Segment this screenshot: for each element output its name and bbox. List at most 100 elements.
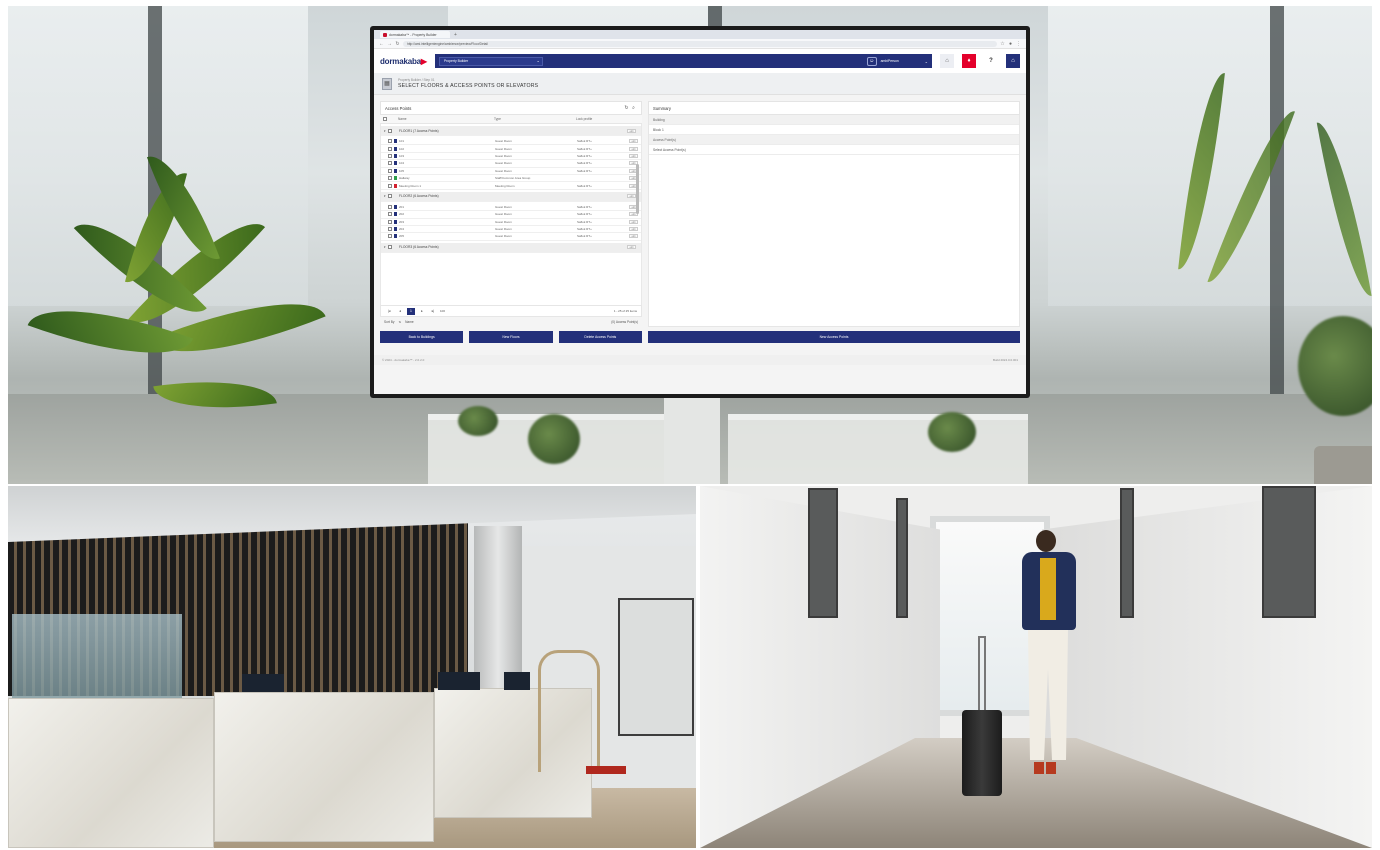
row-checkbox[interactable] bbox=[388, 183, 392, 188]
row-name: 201 bbox=[399, 204, 405, 209]
edit-button[interactable]: edit bbox=[629, 219, 638, 224]
table-row[interactable]: Meeting Room 1 Meeting Room Saflok RT+ edit bbox=[381, 182, 641, 190]
menu-dots-icon[interactable]: ⋮ bbox=[1016, 41, 1021, 47]
row-checkbox[interactable] bbox=[388, 139, 392, 144]
column-type[interactable]: Type bbox=[494, 117, 576, 121]
breadcrumb[interactable]: Property Builder / Step 01 bbox=[398, 78, 538, 82]
row-lock-profile: Saflok RT+ bbox=[577, 204, 592, 209]
reload-icon[interactable]: ↻ bbox=[395, 41, 400, 47]
row-lock-profile: Saflok RT+ bbox=[577, 161, 592, 166]
chevron-down-icon[interactable]: ⌄ bbox=[925, 59, 928, 64]
row-checkbox[interactable] bbox=[388, 219, 392, 224]
summary-header: Summary bbox=[648, 101, 1020, 115]
row-checkbox[interactable] bbox=[388, 204, 392, 209]
delete-access-points-button[interactable]: Delete Access Points bbox=[558, 331, 642, 343]
refresh-icon[interactable]: ↻ bbox=[623, 105, 630, 111]
sort-icon[interactable]: ⇅ bbox=[398, 320, 401, 324]
row-lock-profile: Saflok RT+ bbox=[577, 227, 592, 232]
dormakaba-logo: dormakaba▶ bbox=[380, 56, 427, 66]
row-name: Hallway bbox=[399, 176, 410, 181]
browser-tab[interactable]: dormakaba™ - Property Builder bbox=[380, 31, 450, 38]
floor-group-row[interactable]: ▾ FLOOR2 (6 Access Points) edit bbox=[381, 191, 641, 202]
floor-group-label: FLOOR3 (6 Access Points) bbox=[399, 245, 439, 250]
table-row[interactable]: 105 Guest Room Saflok RT+ edit bbox=[381, 168, 641, 175]
edit-button[interactable]: edit bbox=[629, 146, 638, 151]
table-row[interactable]: 103 Guest Room Saflok RT+ edit bbox=[381, 153, 641, 161]
user-icon[interactable]: ☺ bbox=[866, 56, 877, 66]
table-row[interactable]: 204 Guest Room Saflok RT+ edit bbox=[381, 226, 641, 234]
next-page-icon[interactable]: ▸ bbox=[418, 308, 426, 315]
notification-icon[interactable]: ♦ bbox=[962, 54, 976, 68]
page-title-bar: ▦ Property Builder / Step 01 SELECT FLOO… bbox=[374, 73, 1026, 95]
tab-title: dormakaba™ - Property Builder bbox=[389, 32, 437, 37]
row-checkbox[interactable] bbox=[388, 227, 392, 232]
new-access-points-button[interactable]: New Access Points bbox=[648, 331, 1020, 343]
scrollbar[interactable] bbox=[636, 164, 639, 214]
profile-icon[interactable]: ● bbox=[1008, 41, 1013, 47]
right-button-row: New Access Points bbox=[648, 327, 1020, 347]
table-row[interactable]: 205 Guest Room Saflok RT+ edit bbox=[381, 233, 641, 241]
page-number[interactable]: 1 bbox=[407, 307, 415, 315]
table-row[interactable]: 202 Guest Room Saflok RT+ edit bbox=[381, 211, 641, 219]
edit-button[interactable]: edit bbox=[627, 128, 636, 133]
group-checkbox[interactable] bbox=[387, 245, 392, 250]
group-checkbox[interactable] bbox=[387, 128, 392, 133]
edit-button[interactable]: edit bbox=[627, 194, 636, 199]
sort-value[interactable]: Name bbox=[405, 320, 414, 324]
star-icon[interactable]: ☆ bbox=[1000, 41, 1005, 47]
expand-icon[interactable]: ▾ bbox=[384, 194, 386, 198]
prev-page-icon[interactable]: ◂ bbox=[396, 308, 404, 315]
url-field[interactable]: http://ami.intelligentengine/ambience/pr… bbox=[403, 40, 997, 47]
row-name: 104 bbox=[399, 161, 405, 166]
edit-button[interactable]: edit bbox=[629, 227, 638, 232]
page-size-select[interactable]: 100 bbox=[440, 309, 445, 313]
new-tab-icon[interactable]: + bbox=[454, 32, 457, 38]
forward-arrow-icon[interactable]: → bbox=[387, 41, 392, 47]
back-arrow-icon[interactable]: ← bbox=[379, 41, 384, 47]
summary-panel: Summary Building Block 1 Access Point(s)… bbox=[648, 101, 1020, 347]
table-row[interactable]: Hallway Staff/Common Area Group edit bbox=[381, 175, 641, 183]
new-floors-button[interactable]: New Floors bbox=[469, 331, 553, 343]
expand-icon[interactable]: ▾ bbox=[384, 245, 386, 249]
browser-tabbar: dormakaba™ - Property Builder + bbox=[374, 30, 1026, 39]
table-row[interactable]: 203 Guest Room Saflok RT+ edit bbox=[381, 219, 641, 226]
row-checkbox[interactable] bbox=[388, 234, 392, 239]
group-checkbox[interactable] bbox=[387, 194, 392, 199]
select-all-checkbox[interactable] bbox=[383, 117, 387, 121]
home-icon[interactable]: ⌂ bbox=[1006, 54, 1020, 68]
row-checkbox[interactable] bbox=[388, 176, 392, 181]
edit-button[interactable]: edit bbox=[629, 153, 638, 158]
help-icon[interactable]: ? bbox=[984, 54, 998, 68]
table-row[interactable]: 104 Guest Room Saflok RT+ edit bbox=[381, 160, 641, 168]
row-lock-profile: Saflok RT+ bbox=[577, 219, 592, 224]
property-selector[interactable]: Property Builder bbox=[438, 56, 543, 66]
column-lock-profile[interactable]: Lock profile bbox=[576, 117, 628, 121]
row-checkbox[interactable] bbox=[388, 161, 392, 166]
first-page-icon[interactable]: |◂ bbox=[385, 308, 393, 315]
table-row[interactable]: 201 Guest Room Saflok RT+ edit bbox=[381, 204, 641, 212]
language-icon[interactable]: ⌂ bbox=[940, 54, 954, 68]
edit-button[interactable]: edit bbox=[629, 234, 638, 239]
row-checkbox[interactable] bbox=[388, 168, 392, 173]
pager: |◂ ◂ 1 ▸ ▸| 100 1 - 25 of 25 items bbox=[380, 305, 642, 317]
floor-group-row[interactable]: ▾ FLOOR3 (6 Access Points) edit bbox=[381, 242, 641, 253]
floor-group-row[interactable]: ▾ FLOOR1 (7 Access Points) edit bbox=[381, 126, 641, 136]
column-name[interactable]: Name bbox=[396, 117, 494, 121]
left-button-row: Back to Buildings New Floors Delete Acce… bbox=[380, 327, 642, 347]
app-footer: © 2024 - dormakaba™ - 2.0.2.0 Build 2024… bbox=[374, 355, 1026, 365]
row-type: Guest Room bbox=[495, 204, 512, 209]
last-page-icon[interactable]: ▸| bbox=[429, 308, 437, 315]
edit-button[interactable]: edit bbox=[629, 139, 638, 144]
row-checkbox[interactable] bbox=[388, 153, 392, 158]
table-row[interactable]: 101 Guest Room Saflok RT+ edit bbox=[381, 138, 641, 146]
row-type: Guest Room bbox=[495, 227, 512, 232]
back-to-buildings-button[interactable]: Back to Buildings bbox=[380, 331, 464, 343]
row-checkbox[interactable] bbox=[388, 212, 392, 217]
search-icon[interactable]: ⌕ bbox=[630, 105, 637, 111]
user-name[interactable]: ambiPerson bbox=[881, 59, 921, 63]
table-row[interactable]: 102 Guest Room Saflok RT+ edit bbox=[381, 145, 641, 153]
row-lock-profile: Saflok RT+ bbox=[577, 146, 592, 151]
row-checkbox[interactable] bbox=[388, 146, 392, 151]
expand-icon[interactable]: ▾ bbox=[384, 129, 386, 133]
edit-button[interactable]: edit bbox=[627, 245, 636, 250]
